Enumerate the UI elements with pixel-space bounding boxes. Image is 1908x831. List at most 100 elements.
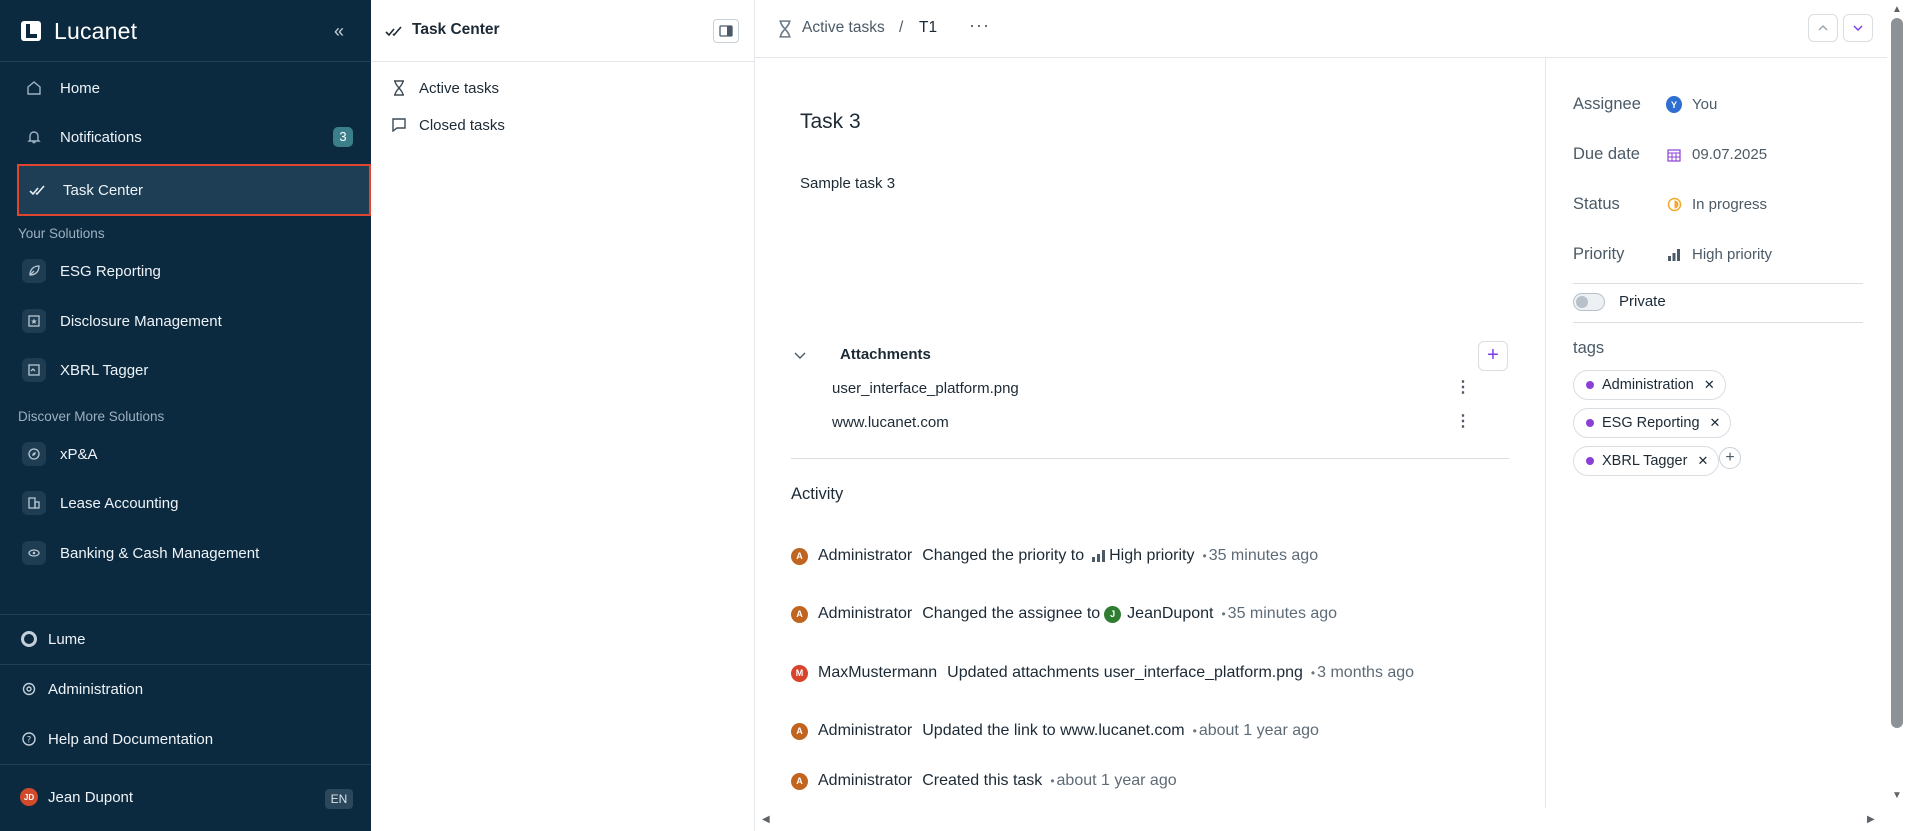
breadcrumb-active-tasks[interactable]: Active tasks	[802, 19, 885, 37]
priority-value[interactable]: High priority	[1636, 246, 1772, 263]
horizontal-scrollbar[interactable]	[755, 808, 1887, 831]
activity-time: • about 1 year ago	[1192, 722, 1319, 739]
solution-label-xpa: xP&A	[60, 445, 98, 463]
closed-task-icon	[391, 117, 407, 133]
scroll-right-arrow-icon[interactable]: ▶	[1867, 814, 1875, 825]
remove-tag-icon[interactable]: ✕	[1697, 453, 1708, 469]
compass-icon	[22, 442, 46, 466]
hourglass-icon	[779, 20, 791, 38]
breadcrumb-bar: Active tasks / T1 ···	[755, 0, 1887, 58]
scroll-down-arrow-icon[interactable]: ▼	[1892, 790, 1902, 801]
activity-time: • 3 months ago	[1310, 664, 1415, 681]
next-task-button[interactable]	[1843, 14, 1873, 42]
coins-icon	[22, 541, 46, 565]
tag-dot	[1586, 419, 1594, 427]
calendar-icon	[1666, 147, 1682, 163]
sidebar: Lucanet « Home Notifications 3 Task Cent…	[0, 0, 371, 831]
user-avatar: J	[1104, 605, 1122, 623]
user-avatar: A	[791, 605, 808, 623]
attachment-menu-icon[interactable]: ⋮	[1455, 380, 1471, 396]
buildings-icon	[22, 491, 46, 515]
notifications-count-badge: 3	[333, 127, 353, 147]
document-star-icon	[22, 309, 46, 333]
nav-item-notifications[interactable]: Notifications 3	[16, 115, 371, 159]
add-tag-button[interactable]: +	[1719, 447, 1741, 469]
hourglass-icon	[391, 80, 407, 96]
attachment-item[interactable]: user_interface_platform.png	[832, 380, 1019, 397]
attachment-item[interactable]: www.lucanet.com	[832, 414, 949, 431]
attachments-collapse-icon[interactable]	[790, 347, 810, 367]
scrollbar-thumb[interactable]	[1891, 18, 1903, 728]
solution-label-disclosure: Disclosure Management	[60, 312, 222, 330]
solution-esg-reporting[interactable]: ESG Reporting	[16, 249, 371, 293]
task-title[interactable]: Task 3	[800, 110, 861, 134]
private-toggle[interactable]	[1573, 293, 1605, 311]
user-avatar: M	[791, 664, 808, 682]
nav-item-task-center[interactable]: Task Center	[17, 164, 371, 216]
task-details-panel: Assignee Y You Due date 09.07.2025 Statu…	[1545, 58, 1887, 808]
list-item-closed-tasks[interactable]: Closed tasks	[391, 113, 505, 137]
administration-label: Administration	[48, 680, 144, 698]
details-divider	[1573, 322, 1863, 323]
nav-item-home[interactable]: Home	[16, 66, 371, 110]
remove-tag-icon[interactable]: ✕	[1710, 415, 1721, 431]
activity-text: Updated the link to www.lucanet.com	[922, 722, 1185, 739]
list-item-active-tasks[interactable]: Active tasks	[391, 76, 499, 100]
closed-tasks-label: Closed tasks	[419, 116, 505, 134]
nav-item-administration[interactable]: Administration	[20, 671, 360, 707]
remove-tag-icon[interactable]: ✕	[1704, 377, 1715, 393]
more-options-icon[interactable]: ···	[969, 15, 990, 36]
solution-xbrl-tagger[interactable]: XBRL Tagger	[16, 348, 371, 392]
add-attachment-button[interactable]: +	[1478, 341, 1508, 371]
user-avatar: A	[791, 772, 808, 790]
tag-dot	[1586, 381, 1594, 389]
solution-lease-accounting[interactable]: Lease Accounting	[16, 481, 371, 525]
language-selector[interactable]: EN	[325, 789, 353, 809]
help-label: Help and Documentation	[48, 730, 214, 748]
tag-chip[interactable]: ESG Reporting ✕	[1573, 408, 1732, 438]
nav-label-home: Home	[60, 79, 101, 97]
activity-user: Administrator	[818, 547, 913, 564]
chevron-down-icon	[1853, 25, 1863, 31]
activity-text: Changed the priority to	[922, 547, 1085, 564]
tag-dot	[1586, 457, 1594, 465]
private-label: Private	[1619, 293, 1666, 310]
activity-extra: High priority	[1109, 547, 1195, 564]
previous-task-button[interactable]	[1808, 14, 1838, 42]
check-double-icon	[385, 26, 402, 37]
scroll-up-arrow-icon[interactable]: ▲	[1892, 4, 1902, 15]
user-profile[interactable]: JD Jean Dupont	[20, 779, 360, 815]
due-date-label: Due date	[1573, 145, 1640, 163]
activity-extra: JeanDupont	[1127, 605, 1214, 622]
assignee-value[interactable]: Y You	[1636, 96, 1717, 113]
due-date-value[interactable]: 09.07.2025	[1636, 146, 1767, 163]
sidebar-divider	[0, 764, 371, 765]
tag-chip[interactable]: XBRL Tagger ✕	[1573, 446, 1720, 476]
active-tasks-label: Active tasks	[419, 79, 500, 97]
toggle-panel-button[interactable]	[713, 19, 739, 43]
activity-text: Updated attachments user_interface_platf…	[947, 664, 1303, 681]
home-icon	[24, 78, 44, 98]
activity-heading: Activity	[791, 485, 844, 503]
collapse-sidebar-icon[interactable]: «	[328, 20, 350, 42]
nav-item-help[interactable]: ? Help and Documentation	[20, 721, 360, 757]
scroll-left-arrow-icon[interactable]: ◀	[762, 814, 770, 825]
nav-label-notifications: Notifications	[60, 128, 142, 146]
bell-icon	[24, 127, 44, 147]
breadcrumb-current: T1	[919, 19, 938, 36]
solution-disclosure-management[interactable]: Disclosure Management	[16, 299, 371, 343]
attachment-menu-icon[interactable]: ⋮	[1455, 414, 1471, 430]
tag-chip[interactable]: Administration ✕	[1573, 370, 1726, 400]
solution-banking-cash[interactable]: Banking & Cash Management	[16, 531, 371, 575]
task-center-header: Task Center	[371, 0, 755, 62]
task-description[interactable]: Sample task 3	[800, 175, 895, 192]
check-double-icon	[27, 180, 47, 200]
status-value[interactable]: In progress	[1636, 196, 1767, 213]
solution-xpa[interactable]: xP&A	[16, 432, 371, 476]
in-progress-icon	[1666, 197, 1682, 213]
nav-item-lume[interactable]: Lume	[20, 621, 360, 657]
task-center-title: Task Center	[412, 21, 500, 38]
priority-bars-icon	[1092, 550, 1106, 562]
tag-label: XBRL Tagger	[1602, 453, 1688, 469]
assignee-label: Assignee	[1573, 95, 1641, 113]
